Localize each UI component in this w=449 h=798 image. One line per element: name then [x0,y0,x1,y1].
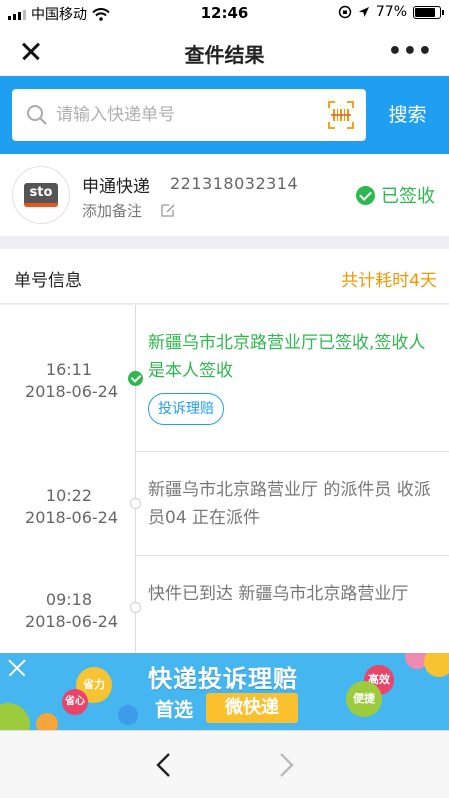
event-text: 新疆乌市北京路营业厅 的派件员 收派员04 正在派件 [148,480,431,528]
timeline-dot [130,498,141,509]
search-box [12,89,366,141]
page-title: 查件结果 [184,43,265,67]
battery-icon [413,5,444,19]
courier-name: 申通快递 [82,177,150,197]
divider [136,555,449,556]
check-circle-icon [356,185,375,205]
close-ad-icon[interactable] [6,657,28,679]
event-date: 2018-06-24 [25,612,118,631]
event-time: 09:18 [45,590,92,609]
add-note-link[interactable]: 添加备注 [82,200,142,221]
timeline-line [135,305,136,653]
total-duration: 共计耗时4天 [341,271,437,291]
tracking-number: 221318032314 [170,174,299,193]
ad-banner[interactable]: 省力 省心 高效 便捷 快递投诉理赔 首选 微快递 [0,653,449,730]
bubble-label: 省心 [62,689,88,715]
event-date: 2018-06-24 [25,382,118,401]
battery-percent: 77% [375,4,407,20]
search-bar: 搜索 [0,76,449,154]
decor-bubble [424,653,449,677]
status-bar: 中国移动 12:46 77% [0,0,449,26]
forward-arrow-icon[interactable] [274,751,298,779]
decor-bubble [36,713,58,730]
event-text: 新疆乌市北京路营业厅已签收,签收人是本人签收 [148,333,426,381]
timeline-dot [130,602,141,613]
nav-bar: 查件结果 ••• [0,26,449,76]
event-date: 2018-06-24 [25,508,118,527]
rotation-lock-icon [338,5,352,19]
section-title: 单号信息 [14,271,82,291]
ad-prefix: 首选 [155,699,194,721]
barcode-scan-icon[interactable] [328,101,354,129]
edit-icon[interactable] [160,202,176,218]
tracking-timeline: 16:11 2018-06-24 新疆乌市北京路营业厅已签收,签收人是本人签收 … [0,305,449,653]
search-icon [27,105,47,125]
delivered-check-icon [128,371,143,386]
more-menu-icon[interactable]: ••• [388,39,433,64]
bubble-label: 便捷 [346,681,382,717]
event-time: 10:22 [45,486,92,505]
complaint-claim-button[interactable]: 投诉理赔 [148,393,224,425]
location-icon [358,7,369,17]
status-badge: 已签收 [381,186,435,207]
event-text: 快件已到达 新疆乌市北京路营业厅 [148,584,409,604]
ad-title: 快递投诉理赔 [148,665,298,693]
back-arrow-icon[interactable] [152,751,176,779]
decor-bubble [118,705,138,725]
delivery-status: 已签收 [356,182,435,208]
search-input[interactable] [56,99,326,131]
decor-bubble [0,703,30,730]
tracking-info-header: 单号信息 共计耗时4天 [0,249,449,304]
browser-toolbar [0,730,449,798]
sto-logo-icon: sto [24,183,58,207]
search-button[interactable]: 搜索 [366,89,449,141]
event-time: 16:11 [45,360,92,379]
divider [136,451,449,452]
courier-logo: sto [12,166,70,224]
ad-cta-button[interactable]: 微快递 [206,693,298,723]
courier-card: sto 申通快递 221318032314 添加备注 已签收 [0,154,449,236]
